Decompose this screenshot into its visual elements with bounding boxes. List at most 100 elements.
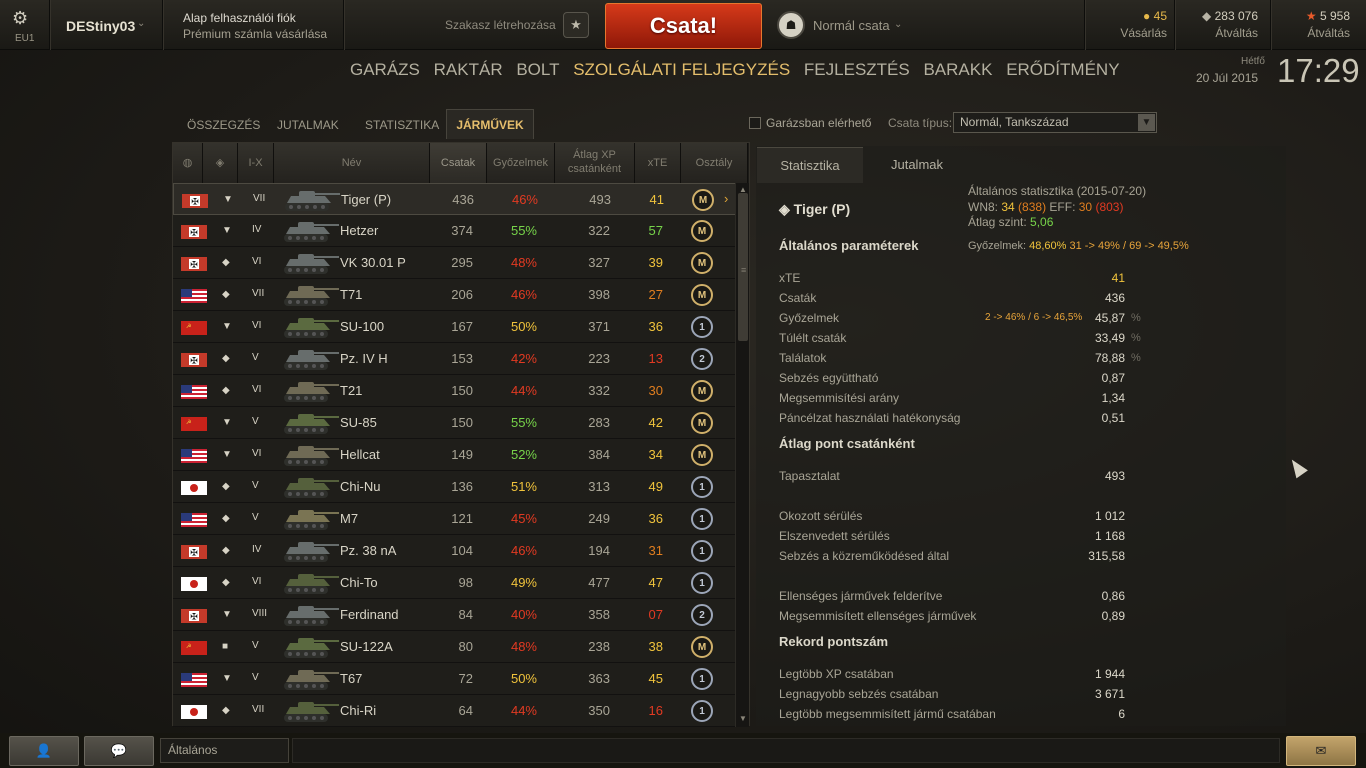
vehicle-avg-xp: 398: [588, 287, 610, 302]
platoon-icon[interactable]: ★: [563, 12, 589, 38]
menu-item-garage[interactable]: GARÁZS: [350, 60, 420, 80]
header-xte[interactable]: xTE: [635, 143, 681, 183]
menu-item-barracks[interactable]: BARAKK: [923, 60, 992, 80]
header-battles[interactable]: Csatak: [430, 143, 487, 183]
free-xp-currency[interactable]: ★ 5 958 Átváltás: [1282, 9, 1350, 40]
nation-flag-icon: [181, 673, 207, 687]
chevron-down-icon[interactable]: ⌄: [137, 18, 145, 29]
general-stats-title: Általános statisztika (2015-07-20): [968, 184, 1147, 198]
vehicle-class-icon: ◆: [222, 513, 230, 524]
stat-value: 78,88: [1094, 351, 1125, 365]
tab-rewards[interactable]: JUTALMAK: [277, 118, 339, 132]
header-wins[interactable]: Győzelmek: [487, 143, 555, 183]
chevron-down-icon[interactable]: ⌄: [894, 19, 902, 30]
scroll-down-icon[interactable]: ▼: [737, 714, 749, 723]
stat-label: Győzelmek: [779, 311, 840, 325]
vehicle-row[interactable]: ◆ V Chi-Nu 136 51% 313 49 1: [173, 471, 738, 503]
vehicle-row[interactable]: ▼ VI Hellcat 149 52% 384 34 M: [173, 439, 738, 471]
vehicle-row[interactable]: ☭ ▼ VI SU-100 167 50% 371 36 1: [173, 311, 738, 343]
main-menu: GARÁZS RAKTÁR BOLT SZOLGÁLATI FELJEGYZÉS…: [350, 60, 1129, 80]
chat-bar[interactable]: [292, 738, 1280, 763]
vehicle-class-icon: ◆: [222, 289, 230, 300]
username[interactable]: DEStiny03: [66, 18, 135, 34]
menu-item-shop[interactable]: BOLT: [516, 60, 559, 80]
mastery-badge-icon: M: [691, 220, 713, 242]
menu-item-research[interactable]: FEJLESZTÉS: [804, 60, 910, 80]
vehicle-xte: 07: [648, 607, 663, 622]
vehicle-tier: VII: [252, 704, 265, 715]
vehicle-row[interactable]: ◆ VI T21 150 44% 332 30 M: [173, 375, 738, 407]
vehicle-row[interactable]: ◆ VII Chi-Ri 64 44% 350 16 1: [173, 695, 738, 727]
divider: [1174, 0, 1175, 50]
vehicle-row[interactable]: ✠ ◆ IV Pz. 38 nA 104 46% 194 31 1: [173, 535, 738, 567]
credits-currency[interactable]: ◆ 283 076 Átváltás: [1183, 9, 1258, 40]
menu-item-stronghold[interactable]: ERŐDÍTMÉNY: [1006, 60, 1119, 80]
tank-image-icon: [280, 634, 342, 660]
battle-mode-icon[interactable]: ☗: [777, 11, 805, 39]
header-avg-xp[interactable]: Átlag XP csatánként: [555, 143, 635, 183]
tab-statistics[interactable]: STATISZTIKA: [365, 118, 439, 132]
battle-button[interactable]: Csata!: [605, 3, 762, 49]
header-name[interactable]: Név: [274, 143, 430, 183]
grip-icon: ≡: [741, 265, 747, 275]
battle-mode-label[interactable]: Normál csata: [813, 18, 890, 33]
vehicle-row[interactable]: ✠ ▼ IV Hetzer 374 55% 322 57 M: [173, 215, 738, 247]
tank-image-icon: [280, 474, 342, 500]
tank-image-icon: [280, 570, 342, 596]
tank-image-icon: [280, 378, 342, 404]
header-type[interactable]: ◈: [203, 143, 238, 183]
free-xp-exchange-label: Átváltás: [1307, 26, 1350, 40]
in-garage-label[interactable]: Garázsban elérhető: [766, 116, 871, 130]
tank-image-icon: [280, 538, 342, 564]
buy-premium-link[interactable]: Prémium számla vásárlása: [183, 27, 327, 41]
vehicle-winrate: 51%: [510, 479, 537, 494]
vehicle-battles: 167: [451, 319, 473, 334]
gold-currency[interactable]: ● 45 Vásárlás: [1097, 9, 1167, 40]
divider: [1084, 0, 1085, 50]
mastery-badge-icon: 1: [691, 476, 713, 498]
list-scrollbar[interactable]: ▲ ≡ ▼: [735, 183, 749, 727]
header-nation[interactable]: ◍: [173, 143, 203, 183]
header-tier[interactable]: I-X: [238, 143, 274, 183]
vehicle-row[interactable]: ✠ ◆ V Pz. IV H 153 42% 223 13 2: [173, 343, 738, 375]
settings-gear-icon[interactable]: ⚙: [12, 8, 28, 29]
in-garage-checkbox[interactable]: [749, 117, 761, 129]
stat-value: 0,51: [1101, 411, 1125, 425]
vehicle-row[interactable]: ✠ ▼ VII Tiger (P) 436 46% 493 41 M ›: [173, 183, 738, 215]
contacts-button[interactable]: 👤: [9, 736, 79, 766]
menu-item-service-record[interactable]: SZOLGÁLATI FELJEGYZÉS: [573, 60, 790, 80]
vehicle-battles: 80: [458, 639, 473, 654]
battle-type-select[interactable]: Normál, Tankszázad ▼: [953, 112, 1157, 133]
create-platoon-label[interactable]: Szakasz létrehozása: [445, 18, 556, 32]
divider: [1270, 0, 1271, 50]
globe-icon: ◍: [182, 157, 193, 169]
stat-label: Elszenvedett sérülés: [779, 529, 890, 543]
dropdown-arrow-icon[interactable]: ▼: [1138, 114, 1155, 131]
notifications-button[interactable]: ✉: [1286, 736, 1356, 766]
panel-tab-rewards[interactable]: Jutalmak: [864, 147, 970, 183]
vehicle-tier: VI: [252, 256, 262, 267]
vehicle-xte: 42: [648, 415, 663, 430]
vehicle-row[interactable]: ☭ ▼ V SU-85 150 55% 283 42 M: [173, 407, 738, 439]
header-class[interactable]: Osztály: [681, 143, 748, 183]
tab-summary[interactable]: ÖSSZEGZÉS: [187, 118, 260, 132]
chat-channel[interactable]: Általános: [160, 738, 289, 763]
svg-text:☭: ☭: [186, 643, 191, 650]
vehicle-row[interactable]: ◆ V M7 121 45% 249 36 1: [173, 503, 738, 535]
scroll-thumb[interactable]: ≡: [738, 193, 748, 341]
chat-button[interactable]: 💬: [84, 736, 154, 766]
vehicle-name: M7: [340, 511, 359, 526]
vehicle-row[interactable]: ◆ VII T71 206 46% 398 27 M: [173, 279, 738, 311]
menu-item-depot[interactable]: RAKTÁR: [434, 60, 503, 80]
vehicle-row[interactable]: ◆ VI Chi-To 98 49% 477 47 1: [173, 567, 738, 599]
tank-image-icon: [280, 346, 342, 372]
vehicle-tier: VII: [253, 193, 266, 204]
stat-value: 3 671: [1094, 687, 1125, 701]
stat-label: Ellenséges járművek felderítve: [779, 589, 943, 603]
tab-vehicles[interactable]: JÁRMŰVEK: [446, 109, 534, 139]
vehicle-row[interactable]: ▼ V T67 72 50% 363 45 1: [173, 663, 738, 695]
panel-tab-statistics[interactable]: Statisztika: [757, 147, 863, 183]
vehicle-row[interactable]: ✠ ▼ VIII Ferdinand 84 40% 358 07 2: [173, 599, 738, 631]
vehicle-row[interactable]: ☭ ■ V SU-122A 80 48% 238 38 M: [173, 631, 738, 663]
vehicle-row[interactable]: ✠ ◆ VI VK 30.01 P 295 48% 327 39 M: [173, 247, 738, 279]
